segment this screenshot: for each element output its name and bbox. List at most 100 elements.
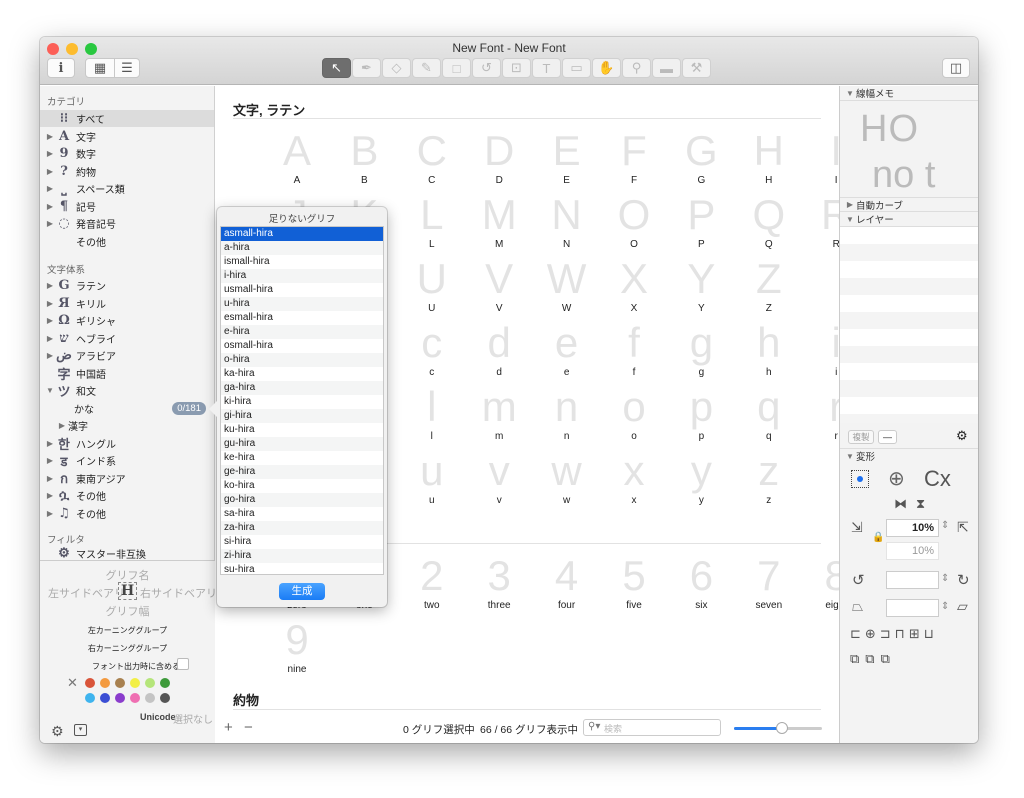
rotate-field[interactable] (886, 571, 939, 589)
primitives-tool-icon[interactable]: □ (442, 58, 471, 78)
glyph-cell[interactable]: vv (466, 448, 532, 507)
zoom-slider[interactable] (734, 722, 822, 734)
missing-glyph-item[interactable]: a-hira (221, 241, 383, 255)
sidebar-item[interactable]: ▶ ⎵ スペース類 (40, 180, 214, 197)
count-badge[interactable]: 0/181 (172, 401, 206, 415)
glyph-cell[interactable]: HH (736, 128, 802, 187)
sidebar-item[interactable]: ▶ ก 東南アジア (40, 470, 214, 487)
disclosure-right-icon[interactable]: ▶ (844, 200, 856, 209)
slant-left-icon[interactable]: ⏢ (852, 598, 863, 615)
sidebar-item[interactable]: ▶ ◌ 発音記号 (40, 215, 214, 232)
glyph-cell[interactable]: YY (668, 256, 734, 315)
missing-glyph-item[interactable]: o-hira (221, 353, 383, 367)
color-label-swatch[interactable] (130, 678, 140, 688)
glyph-cell[interactable]: DD (466, 128, 532, 187)
zoom-tool-icon[interactable]: ⚲ (622, 58, 651, 78)
rsb-field[interactable]: 右サイドベアリ (140, 585, 217, 601)
glyph-cell[interactable]: ee (534, 320, 600, 379)
glyph-cell[interactable]: LL (399, 192, 465, 251)
sidebar-item[interactable]: ▶? 約物 (40, 163, 214, 180)
add-icon[interactable]: + (224, 719, 233, 736)
glyph-cell[interactable]: CC (399, 128, 465, 187)
rotate-ccw-icon[interactable]: ↺ (852, 571, 865, 589)
sidebar-item[interactable]: ▶ 漢字 (40, 417, 214, 434)
sidebar-item[interactable]: その他 (40, 233, 214, 250)
crosshair-icon[interactable]: ⊕ (888, 466, 905, 491)
pencil-tool-icon[interactable]: ✎ (412, 58, 441, 78)
cx-metrics-icon[interactable]: Cx (924, 466, 951, 492)
sidebar-item[interactable]: ▶ 9 数字 (40, 145, 214, 162)
remove-layer-button[interactable]: — (878, 430, 897, 444)
disclosure-icon[interactable]: ▶ (44, 132, 56, 141)
rotate-tool-icon[interactable]: ↺ (472, 58, 501, 78)
disclosure-icon[interactable]: ▶ (44, 334, 56, 343)
glyph-cell[interactable]: VV (466, 256, 532, 315)
slant-field[interactable] (886, 599, 939, 617)
scale-tool-icon[interactable]: ⊡ (502, 58, 531, 78)
glyph-cell[interactable]: hh (736, 320, 802, 379)
disclosure-icon[interactable]: ▶ (44, 219, 56, 228)
glyph-cell[interactable]: MM (466, 192, 532, 251)
disclosure-icon[interactable]: ▶ (44, 456, 56, 465)
sidebar-item[interactable]: ▶ ड インド系 (40, 452, 214, 470)
info-icon[interactable]: i (47, 58, 75, 78)
disclosure-icon[interactable]: ▶ (44, 439, 56, 448)
missing-glyph-item[interactable]: i-hira (221, 269, 383, 283)
missing-glyph-item[interactable]: za-hira (221, 521, 383, 535)
search-input[interactable]: ⚲▾ 検索 (583, 719, 721, 736)
annotation-tool-icon[interactable]: ▭ (562, 58, 591, 78)
glyph-cell[interactable]: GG (668, 128, 734, 187)
disclosure-icon[interactable]: ▼ (44, 386, 56, 395)
flip-horizontal-icon[interactable]: ⧓ (894, 496, 907, 512)
glyph-cell[interactable]: NN (534, 192, 600, 251)
missing-glyph-item[interactable]: gu-hira (221, 437, 383, 451)
origin-selector-icon[interactable] (851, 470, 869, 488)
glyph-cell[interactable]: uu (399, 448, 465, 507)
missing-glyph-item[interactable]: esmall-hira (221, 311, 383, 325)
disclosure-icon[interactable]: ▶ (44, 167, 56, 176)
sidebar-item[interactable]: ▶ ש ヘブライ (40, 330, 214, 347)
color-label-swatch[interactable] (145, 678, 155, 688)
duplicate-layer-button[interactable]: 複製 (848, 430, 874, 444)
hand-tool-icon[interactable]: ✋ (592, 58, 621, 78)
missing-glyph-item[interactable]: ge-hira (221, 465, 383, 479)
glyph-cell[interactable]: 5 five (601, 553, 667, 612)
flip-vertical-icon[interactable]: ⧗ (916, 496, 925, 512)
disclosure-icon[interactable]: ▶ (44, 351, 56, 360)
disclosure-icon[interactable]: ▶ (44, 474, 56, 483)
select-tool-icon[interactable]: ↖ (322, 58, 351, 78)
disclosure-icon[interactable]: ▶ (44, 299, 56, 308)
color-label-swatch[interactable] (115, 693, 125, 703)
missing-glyph-item[interactable]: usmall-hira (221, 283, 383, 297)
sidebar-item[interactable]: ▼ ツ和文 (40, 382, 214, 400)
glyph-cell[interactable]: cc (399, 320, 465, 379)
color-label-swatch[interactable] (85, 693, 95, 703)
eraser-tool-icon[interactable]: ◇ (382, 58, 411, 78)
missing-glyph-item[interactable]: e-hira (221, 325, 383, 339)
glyph-cell[interactable]: 6 six (668, 553, 734, 612)
glyph-cell[interactable]: AA (264, 128, 330, 187)
missing-glyph-item[interactable]: su-hira (221, 563, 383, 574)
glyph-cell[interactable]: qq (736, 384, 802, 443)
disclosure-down-icon[interactable]: ▼ (844, 89, 856, 98)
sidebar-toggle-icon[interactable]: ◫ (942, 58, 970, 78)
glyph-cell[interactable]: yy (668, 448, 734, 507)
glyph-cell[interactable]: QQ (736, 192, 802, 251)
glyph-cell[interactable]: OO (601, 192, 667, 251)
sidebar-item[interactable]: ▶ ض アラビア (40, 347, 214, 364)
glyph-cell[interactable]: UU (399, 256, 465, 315)
missing-glyph-item[interactable]: ismall-hira (221, 255, 383, 269)
color-label-swatch[interactable] (85, 678, 95, 688)
right-kerning-group[interactable]: 右カーニンググループ (40, 643, 215, 654)
sidebar-item[interactable]: ▶ A 文字 (40, 128, 214, 145)
glyph-cell[interactable]: xx (601, 448, 667, 507)
glyph-cell[interactable]: WW (534, 256, 600, 315)
lock-icon[interactable]: 🔒 (872, 532, 884, 543)
glyph-cell[interactable]: pp (668, 384, 734, 443)
glyph-cell[interactable]: nn (534, 384, 600, 443)
color-label-swatch[interactable] (160, 678, 170, 688)
glyph-cell[interactable]: ww (534, 448, 600, 507)
glyph-cell[interactable]: BB (331, 128, 397, 187)
color-label-swatch[interactable] (100, 693, 110, 703)
measure-tool-icon[interactable]: ▬ (652, 58, 681, 78)
